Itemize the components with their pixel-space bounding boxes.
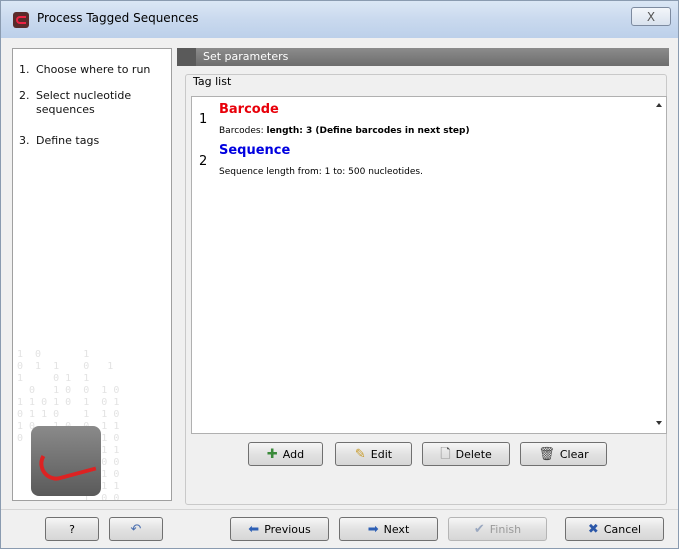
previous-button[interactable]: ⬅ Previous (230, 517, 329, 541)
clear-label: Clear (559, 447, 589, 461)
next-button[interactable]: ➡ Next (339, 517, 438, 541)
finish-button[interactable]: ✔ Finish (448, 517, 547, 541)
edit-label: Edit (370, 447, 393, 461)
cancel-label: Cancel (603, 522, 642, 536)
delete-label: Delete (455, 447, 492, 461)
footer-separator (1, 509, 678, 510)
pencil-icon: ✎ (354, 446, 366, 462)
add-button[interactable]: ✚ Add (248, 442, 323, 466)
wizard-steps-panel: 1. Choose where to run 2. Select nucleot… (12, 48, 172, 501)
delete-button[interactable]: 🗋 Delete (422, 442, 510, 466)
close-icon: X (646, 10, 656, 24)
edit-button[interactable]: ✎ Edit (335, 442, 412, 466)
page-delete-icon: 🗋 (440, 446, 451, 462)
clear-button[interactable]: 🗑 Clear (520, 442, 607, 466)
step-number: 3. (19, 134, 30, 147)
desc-detail: length: 3 (Define barcodes in next step) (266, 126, 470, 136)
desc-prefix: Barcodes: (219, 126, 267, 136)
window-title: Process Tagged Sequences (37, 11, 199, 25)
list-item[interactable]: 2 Sequence Sequence length from: 1 to: 5… (192, 143, 652, 185)
step-label: Select nucleotide sequences (36, 89, 132, 116)
header-marker (177, 48, 196, 66)
tag-name: Sequence (219, 143, 291, 158)
help-icon: ? (69, 522, 75, 536)
trash-icon: 🗑 (538, 446, 555, 462)
finish-label: Finish (489, 522, 522, 536)
cancel-button[interactable]: ✖ Cancel (565, 517, 664, 541)
help-button[interactable]: ? (45, 517, 99, 541)
next-label: Next (383, 522, 410, 536)
previous-label: Previous (264, 522, 311, 536)
plus-icon: ✚ (266, 446, 278, 462)
tag-list-label: Tag list (192, 75, 233, 88)
tag-index: 1 (199, 112, 208, 127)
clc-logo (31, 426, 101, 496)
undo-icon: ↶ (130, 521, 142, 537)
step-label: Define tags (36, 134, 100, 147)
list-item[interactable]: 1 Barcode Barcodes: length: 3 (Define ba… (192, 97, 652, 145)
tag-list[interactable]: 1 Barcode Barcodes: length: 3 (Define ba… (191, 96, 667, 434)
section-header: Set parameters (177, 48, 669, 66)
step-number: 1. (19, 63, 30, 76)
close-button[interactable]: X (631, 7, 671, 26)
title-bar: Process Tagged Sequences X (1, 1, 678, 38)
checkmark-icon: ✔ (473, 521, 485, 537)
tag-name: Barcode (219, 102, 279, 117)
section-title: Set parameters (203, 50, 289, 63)
step-number: 2. (19, 89, 30, 102)
parameters-panel: Set parameters Tag list 1 Barcode Barcod… (177, 48, 669, 505)
dialog-window: Process Tagged Sequences X 1. Choose whe… (0, 0, 679, 549)
add-label: Add (282, 447, 305, 461)
scroll-down-arrow[interactable] (656, 421, 662, 425)
arrow-left-icon: ⬅ (248, 521, 260, 537)
arrow-right-icon: ➡ (367, 521, 379, 537)
tag-description: Barcodes: length: 3 (Define barcodes in … (219, 126, 470, 136)
x-icon: ✖ (587, 521, 599, 537)
scroll-up-arrow[interactable] (656, 103, 662, 107)
tag-index: 2 (199, 154, 208, 169)
step-label: Choose where to run (36, 63, 151, 76)
tag-description: Sequence length from: 1 to: 500 nucleoti… (219, 167, 423, 177)
reset-button[interactable]: ↶ (109, 517, 163, 541)
app-logo-icon (13, 12, 29, 28)
